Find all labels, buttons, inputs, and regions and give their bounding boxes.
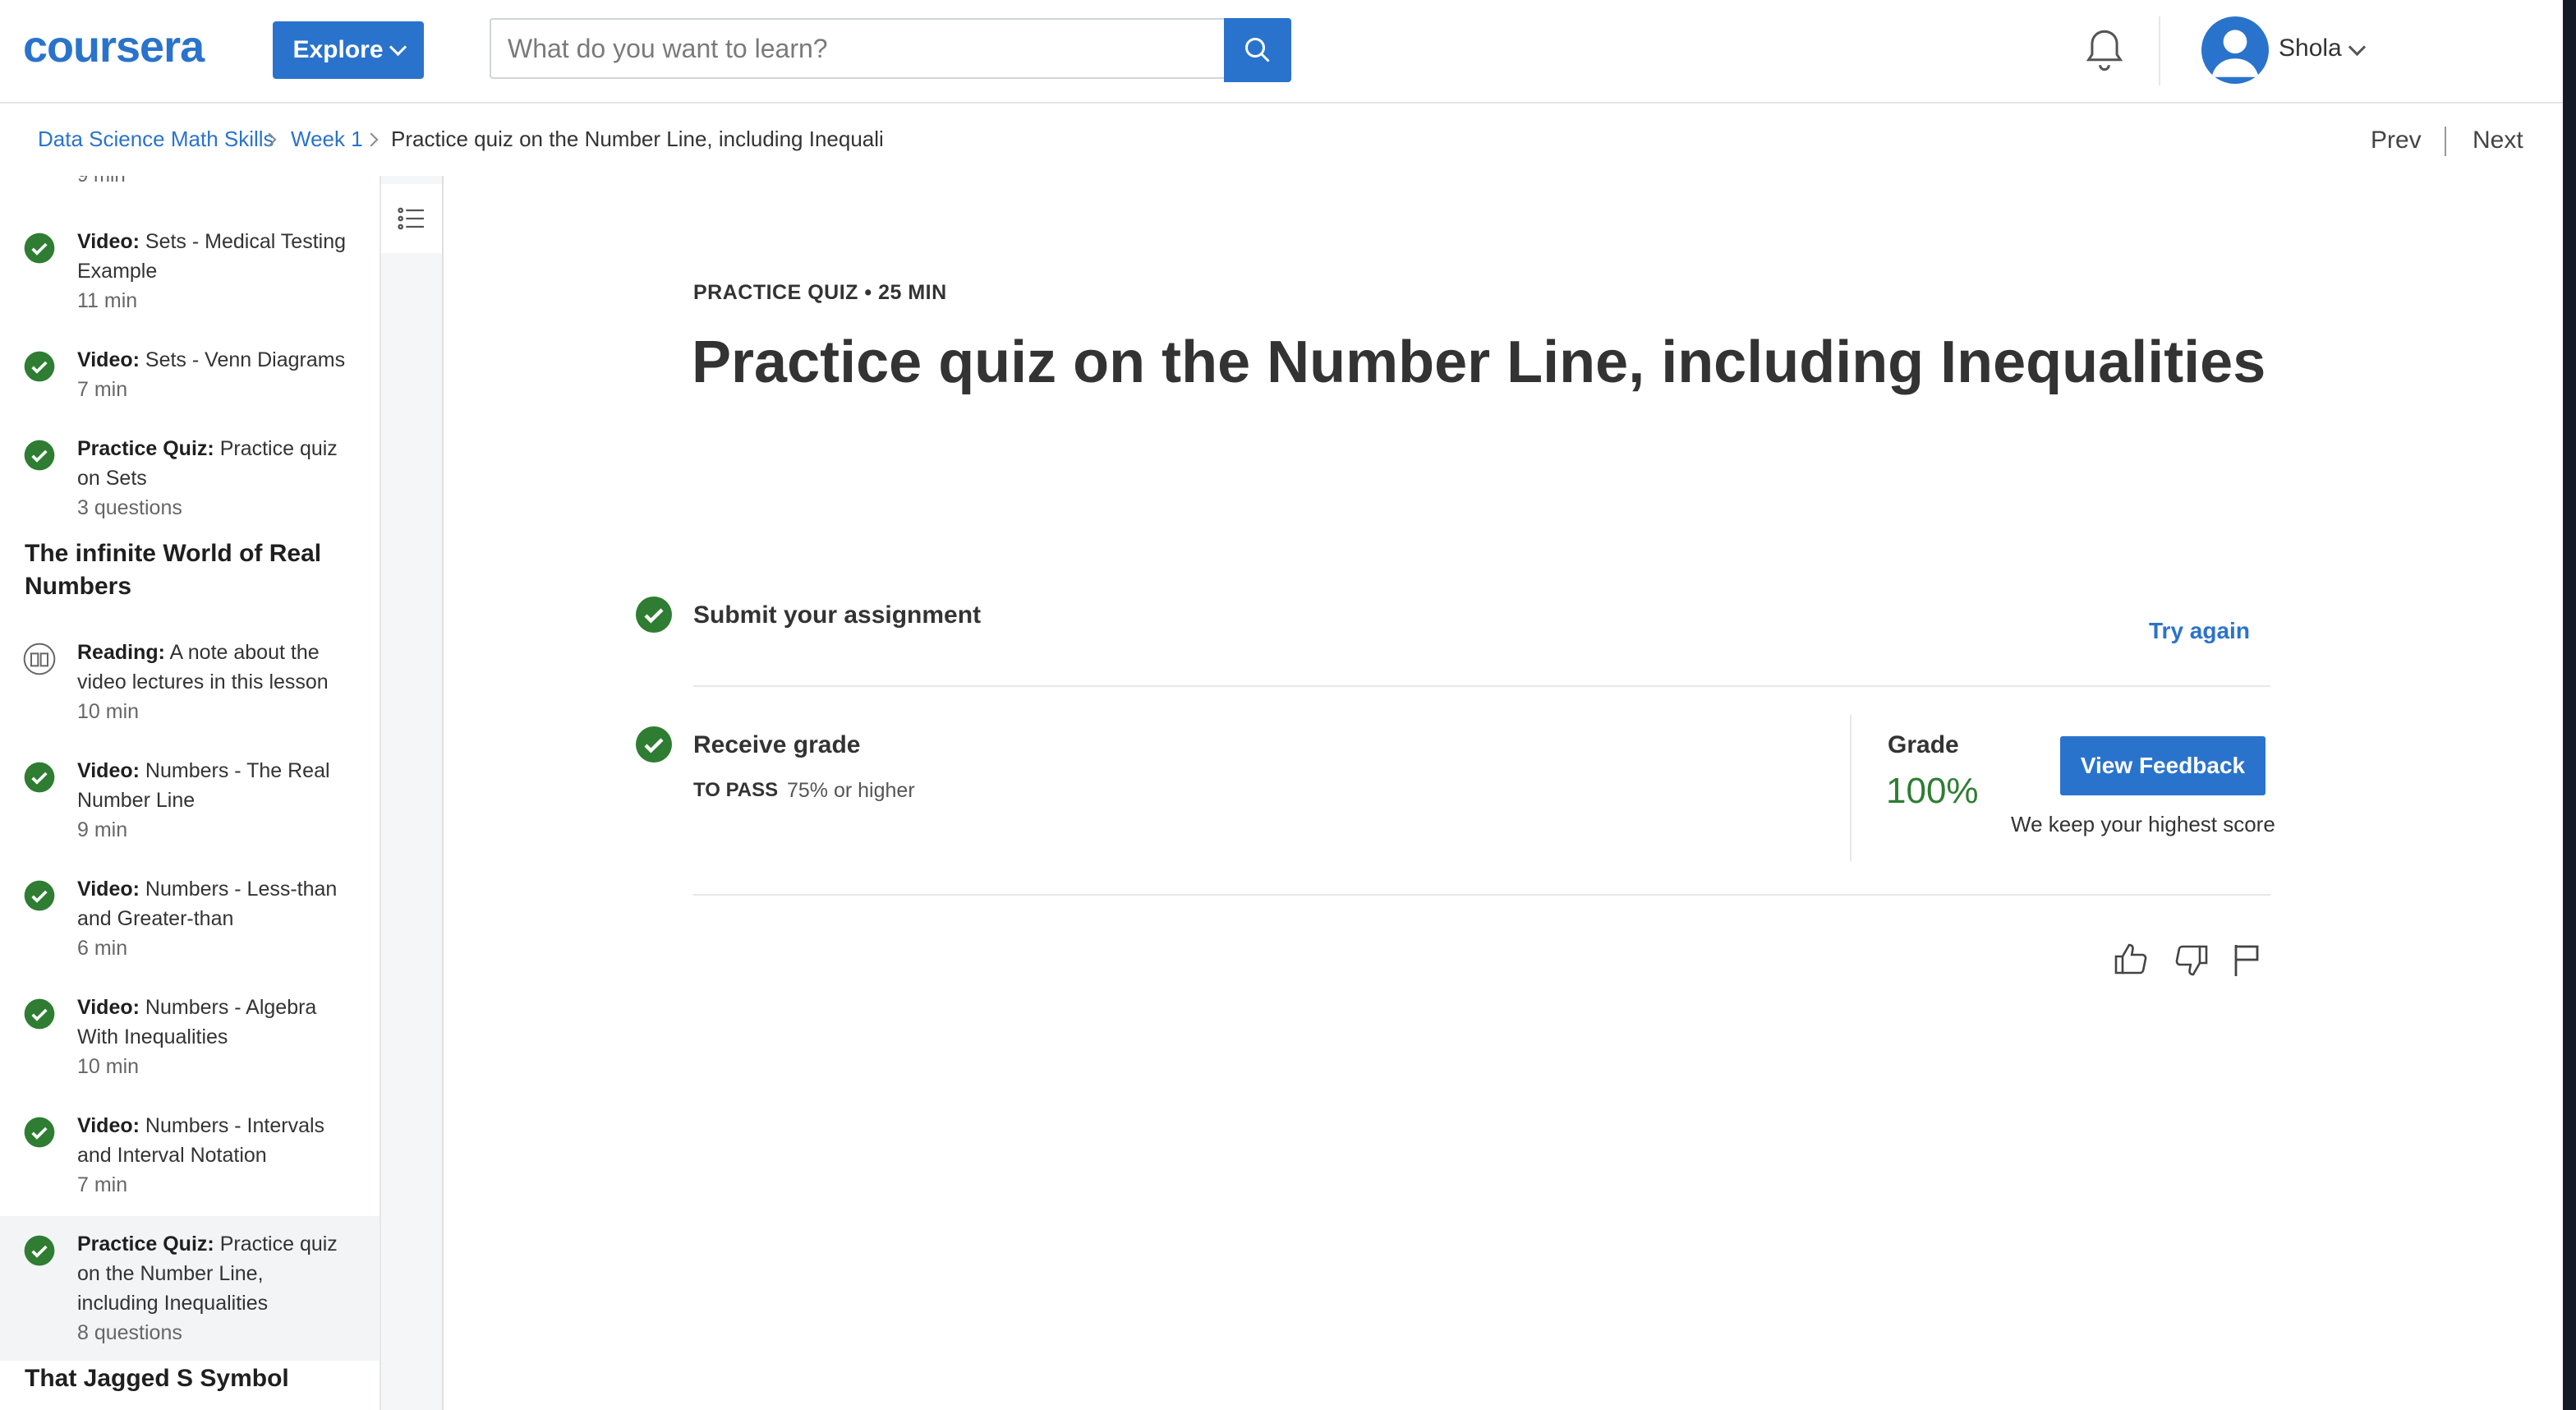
toggle-outline-button[interactable] <box>381 184 442 253</box>
grade-value: 100% <box>1886 771 1979 811</box>
sidebar-item-type: Reading: <box>77 641 165 664</box>
sidebar-item[interactable]: Video: Numbers - Algebra With Inequaliti… <box>0 979 380 1094</box>
bell-icon <box>2086 30 2123 71</box>
sidebar-item-label: Sets - Venn Diagrams <box>145 348 346 371</box>
sidebar-item[interactable]: Practice Quiz: Practice quiz on Sets 3 q… <box>0 417 380 532</box>
sidebar-item-meta: 3 questions <box>77 496 182 519</box>
sidebar-item-type: Video: <box>77 230 140 253</box>
sidebar-item-type: Video: <box>77 1114 140 1137</box>
flag-icon[interactable] <box>2228 940 2267 979</box>
header-divider <box>2159 16 2160 85</box>
top-navigation-bar: coursera Explore Shola <box>0 0 2563 104</box>
check-circle-icon <box>24 762 55 793</box>
sidebar-item-title: Video: Sets - Venn Diagrams <box>77 345 348 375</box>
sidebar-item-meta: 9 min <box>77 818 128 841</box>
sidebar-item[interactable]: Video: Numbers - The Real Number Line 9 … <box>0 743 380 858</box>
grade-divider <box>1850 715 1852 861</box>
sidebar-item-title: Video: Numbers - Algebra With Inequaliti… <box>77 993 348 1052</box>
sidebar-item-title: Video: Sets - Medical Testing Example <box>77 227 348 286</box>
breadcrumb-current: Practice quiz on the Number Line, includ… <box>391 127 882 151</box>
page-title: Practice quiz on the Number Line, includ… <box>692 329 2266 395</box>
sidebar-item[interactable]: Video: Sets - Medical Testing Example 11… <box>0 210 380 325</box>
to-pass-value: 75% or higher <box>787 779 915 802</box>
check-circle-icon <box>24 233 55 264</box>
user-name[interactable]: Shola <box>2279 35 2342 62</box>
sidebar-item-title: Video: Numbers - Less-than and Greater-t… <box>77 874 348 933</box>
user-icon <box>2211 30 2259 77</box>
app-window: coursera Explore Shola Data Science Math… <box>0 0 2563 1410</box>
sidebar-item-title: Video: Numbers - Intervals and Interval … <box>77 1111 348 1170</box>
sidebar-item-title: Practice Quiz: Practice quiz on the Numb… <box>77 1229 348 1318</box>
outline-drawer <box>381 176 444 1410</box>
coursera-logo[interactable]: coursera <box>23 21 205 72</box>
explore-label: Explore <box>292 36 384 63</box>
search-input[interactable] <box>490 18 1224 79</box>
submit-assignment-title: Submit your assignment <box>693 601 982 629</box>
book-icon <box>23 643 56 675</box>
sidebar-item-title: Video: Numbers - The Real Number Line <box>77 756 348 815</box>
search-bar <box>490 18 1295 82</box>
prev-next-divider <box>2445 127 2446 156</box>
next-link[interactable]: Next <box>2472 127 2523 154</box>
sidebar-item-type: Video: <box>77 348 140 371</box>
thumbs-up-icon[interactable] <box>2111 940 2150 979</box>
chevron-down-icon[interactable] <box>2348 38 2367 57</box>
check-circle-icon <box>24 1117 55 1148</box>
sidebar-item-type: Practice Quiz: <box>77 1233 214 1256</box>
try-again-button[interactable]: Try again <box>2149 618 2250 644</box>
sidebar-item-type: Video: <box>77 996 140 1019</box>
check-circle-icon <box>636 726 672 763</box>
sidebar-section-title: The infinite World of Real Numbers <box>25 540 322 600</box>
desktop-background-edge <box>2563 0 2576 1410</box>
partial-item-meta: 9 min <box>77 176 126 187</box>
breadcrumb-course-link[interactable]: Data Science Math Skills <box>38 127 274 152</box>
to-pass-label: TO PASS <box>693 779 779 801</box>
chevron-right-icon <box>364 132 379 147</box>
grade-label: Grade <box>1888 731 1959 758</box>
check-circle-icon <box>636 597 672 633</box>
item-type-label: PRACTICE QUIZ • 25 MIN <box>693 281 947 304</box>
sidebar-item[interactable]: Video: Numbers - Less-than and Greater-t… <box>0 861 380 976</box>
explore-button[interactable]: Explore <box>273 21 424 79</box>
sidebar-item-type: Video: <box>77 878 140 901</box>
check-circle-icon <box>24 998 55 1030</box>
breadcrumb-week-link[interactable]: Week 1 <box>291 127 363 152</box>
chevron-down-icon <box>389 38 407 56</box>
sidebar-item-type: Video: <box>77 759 140 782</box>
thumbs-down-icon[interactable] <box>2172 940 2211 979</box>
sidebar-item-meta: 7 min <box>77 1173 128 1196</box>
course-outline-sidebar: 9 min Video: Sets - Medical Testing Exam… <box>0 176 381 1410</box>
list-icon <box>398 207 424 230</box>
check-circle-icon <box>24 440 55 471</box>
sidebar-item-meta: 10 min <box>77 1055 140 1078</box>
notifications-button[interactable] <box>2083 28 2126 78</box>
receive-grade-title: Receive grade <box>693 731 861 758</box>
search-button[interactable] <box>1224 18 1291 82</box>
sidebar-item-meta: 11 min <box>77 289 138 312</box>
divider <box>693 685 2270 687</box>
sidebar-item-meta: 10 min <box>77 700 140 723</box>
sidebar-item[interactable]: Reading: A note about the video lectures… <box>0 624 380 740</box>
avatar[interactable] <box>2201 16 2269 84</box>
check-circle-icon <box>24 351 55 382</box>
sidebar-section-title: That Jagged S Symbol <box>25 1365 289 1392</box>
view-feedback-button[interactable]: View Feedback <box>2060 736 2266 795</box>
sidebar-item-type: Practice Quiz: <box>77 437 214 460</box>
sidebar-item-title: Practice Quiz: Practice quiz on Sets <box>77 434 348 493</box>
sidebar-item-meta: 8 questions <box>77 1321 182 1344</box>
sidebar-item-meta: 7 min <box>77 378 128 401</box>
check-circle-icon <box>24 880 55 911</box>
sidebar-item-title: Reading: A note about the video lectures… <box>77 638 348 697</box>
breadcrumb: Data Science Math Skills Week 1 Practice… <box>0 104 2563 177</box>
divider <box>693 894 2270 896</box>
highest-score-note: We keep your highest score <box>2011 812 2275 836</box>
main-content: PRACTICE QUIZ • 25 MIN Practice quiz on … <box>444 176 2563 1410</box>
sidebar-item-active[interactable]: Practice Quiz: Practice quiz on the Numb… <box>0 1216 380 1361</box>
sidebar-item[interactable]: Video: Numbers - Intervals and Interval … <box>0 1098 380 1213</box>
sidebar-item-meta: 6 min <box>77 937 128 960</box>
search-icon <box>1245 38 1270 62</box>
check-circle-icon <box>24 1235 55 1266</box>
prev-link[interactable]: Prev <box>2371 127 2422 154</box>
